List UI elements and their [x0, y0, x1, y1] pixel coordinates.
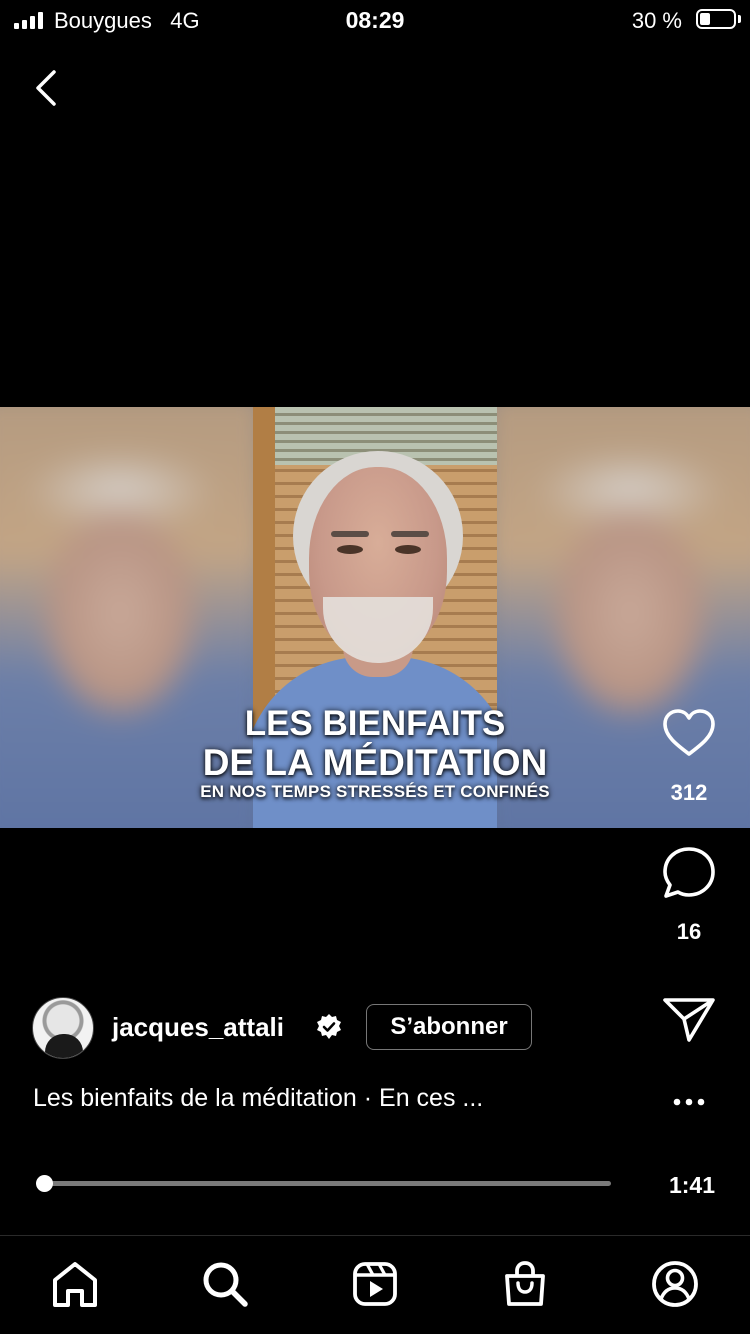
- battery-fill: [700, 13, 710, 25]
- shop-icon: [505, 1261, 545, 1306]
- profile-icon: [652, 1261, 698, 1307]
- tab-shop[interactable]: [497, 1256, 553, 1312]
- caption[interactable]: Les bienfaits de la méditation · En ces …: [33, 1084, 483, 1113]
- like-count: 312: [670, 780, 708, 805]
- progress-track[interactable]: [38, 1181, 611, 1186]
- comment-icon: [663, 847, 715, 898]
- tab-profile[interactable]: [647, 1256, 703, 1312]
- reels-icon: [353, 1262, 397, 1306]
- video-title-line1: LES BIENFAITS: [244, 704, 506, 743]
- username[interactable]: jacques_attali: [112, 1012, 284, 1043]
- search-icon: [203, 1262, 248, 1307]
- follow-button[interactable]: S’abonner: [366, 1004, 532, 1050]
- tab-reels[interactable]: [347, 1256, 403, 1312]
- progress-thumb[interactable]: [35, 1175, 53, 1192]
- like-button[interactable]: [659, 704, 719, 764]
- battery-cap: [738, 15, 741, 23]
- verified-badge-icon: [315, 1013, 343, 1041]
- share-button[interactable]: [659, 990, 719, 1050]
- comment-count: 16: [676, 919, 702, 944]
- battery-percent: 30 %: [631, 8, 682, 33]
- video-player[interactable]: LES BIENFAITS DE LA MÉDITATION EN NOS TE…: [0, 407, 750, 828]
- status-bar: Bouygues 4G 08:29 30 %: [0, 0, 750, 44]
- battery-icon: [696, 9, 736, 29]
- home-icon: [53, 1262, 97, 1307]
- tab-bar-divider: [0, 1235, 750, 1236]
- chevron-left-icon: [36, 70, 56, 106]
- back-button[interactable]: [28, 66, 68, 110]
- video-title-line2: DE LA MÉDITATION: [202, 742, 548, 783]
- more-button[interactable]: [664, 1082, 714, 1122]
- tab-home[interactable]: [47, 1256, 103, 1312]
- tab-search[interactable]: [197, 1256, 253, 1312]
- avatar[interactable]: [32, 997, 94, 1059]
- more-horizontal-icon: [673, 1098, 705, 1106]
- comment-button[interactable]: [659, 843, 719, 903]
- send-icon: [663, 998, 715, 1042]
- duration: 1:41: [668, 1172, 716, 1198]
- video-subtitle: EN NOS TEMPS STRESSÉS ET CONFINÉS: [200, 782, 550, 801]
- heart-icon: [663, 709, 715, 756]
